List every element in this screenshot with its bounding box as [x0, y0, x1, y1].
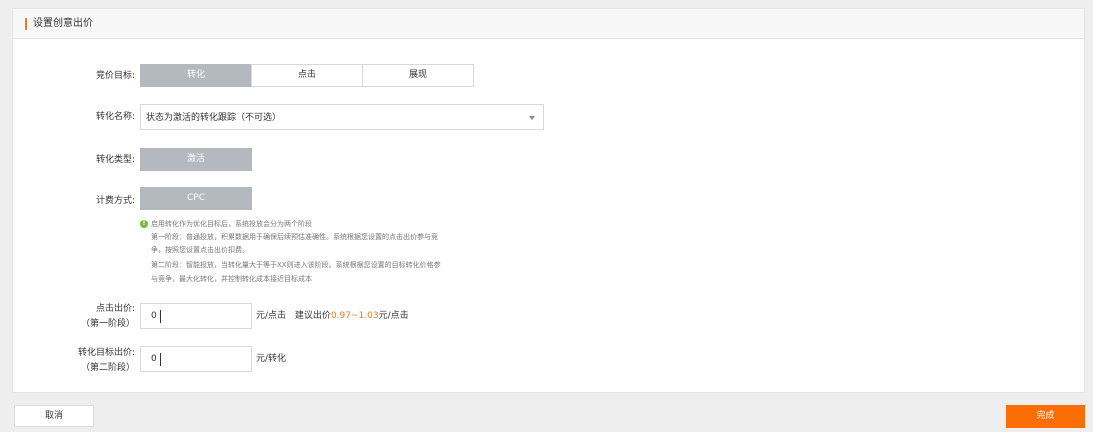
- click-bid-stage-label: （第一阶段）: [80, 319, 135, 329]
- text-cursor: [160, 310, 161, 323]
- target-bid-input[interactable]: 0: [140, 346, 252, 372]
- click-bid-value: 0: [151, 311, 157, 321]
- panel-title: 设置创意出价: [33, 18, 93, 29]
- billing-method-tag: CPC: [140, 187, 252, 210]
- cancel-button[interactable]: 取消: [14, 405, 94, 427]
- chevron-down-icon: [529, 116, 535, 120]
- done-button[interactable]: 完成: [1006, 405, 1085, 428]
- billing-method-label: 计费方式:: [95, 196, 135, 206]
- suggest-suffix: 元/点击: [378, 311, 409, 321]
- conversion-name-label: 转化名称:: [95, 112, 135, 122]
- bid-target-option-conversion[interactable]: 转化: [140, 64, 252, 87]
- suggest-prefix: 建议出价: [294, 311, 331, 321]
- conversion-name-select[interactable]: 状态为激活的转化跟踪（不可选）: [140, 104, 544, 130]
- click-bid-unit: 元/点击: [256, 311, 287, 321]
- target-bid-value: 0: [151, 354, 157, 364]
- target-bid-stage-label: （第二阶段）: [80, 363, 135, 373]
- click-bid-label: 点击出价:: [95, 304, 135, 314]
- tip-line: 与竞争，最大化转化，并控制转化成本接近目标成本: [151, 275, 312, 283]
- panel-header: 设置创意出价: [13, 9, 1084, 39]
- click-bid-input[interactable]: 0: [140, 303, 252, 329]
- conversion-name-value: 状态为激活的转化跟踪（不可选）: [146, 113, 282, 123]
- bid-target-label: 竞价目标:: [95, 71, 135, 81]
- info-icon: !: [140, 220, 148, 228]
- tip-line: 第二阶段：智能投放，当转化量大于等于XX则进入该阶段。系统根据您设置的目标转化价…: [151, 261, 441, 269]
- suggest-range: 0.97~1.03: [330, 311, 379, 321]
- bid-target-option-impression[interactable]: 展现: [362, 64, 474, 87]
- bid-target-option-click[interactable]: 点击: [251, 64, 363, 87]
- click-bid-suggestion: 元/点击 建议出价0.97~1.03元/点击: [256, 310, 409, 322]
- conversion-type-label: 转化类型:: [95, 155, 135, 165]
- tip-line: 启用转化作为优化目标后，系统投放会分为两个阶段: [151, 220, 312, 228]
- conversion-type-tag: 激活: [140, 148, 252, 171]
- target-bid-label: 转化目标出价:: [77, 348, 135, 358]
- accent-bar: [25, 18, 27, 30]
- text-cursor: [160, 353, 161, 366]
- tip-line: 第一阶段：普通投放，积累数据用于确保后续预估准确性。系统根据您设置的点击出价参与…: [151, 233, 438, 241]
- target-bid-unit: 元/转化: [256, 354, 287, 364]
- tip-line: 争，按照您设置点击出价扣费。: [151, 246, 249, 254]
